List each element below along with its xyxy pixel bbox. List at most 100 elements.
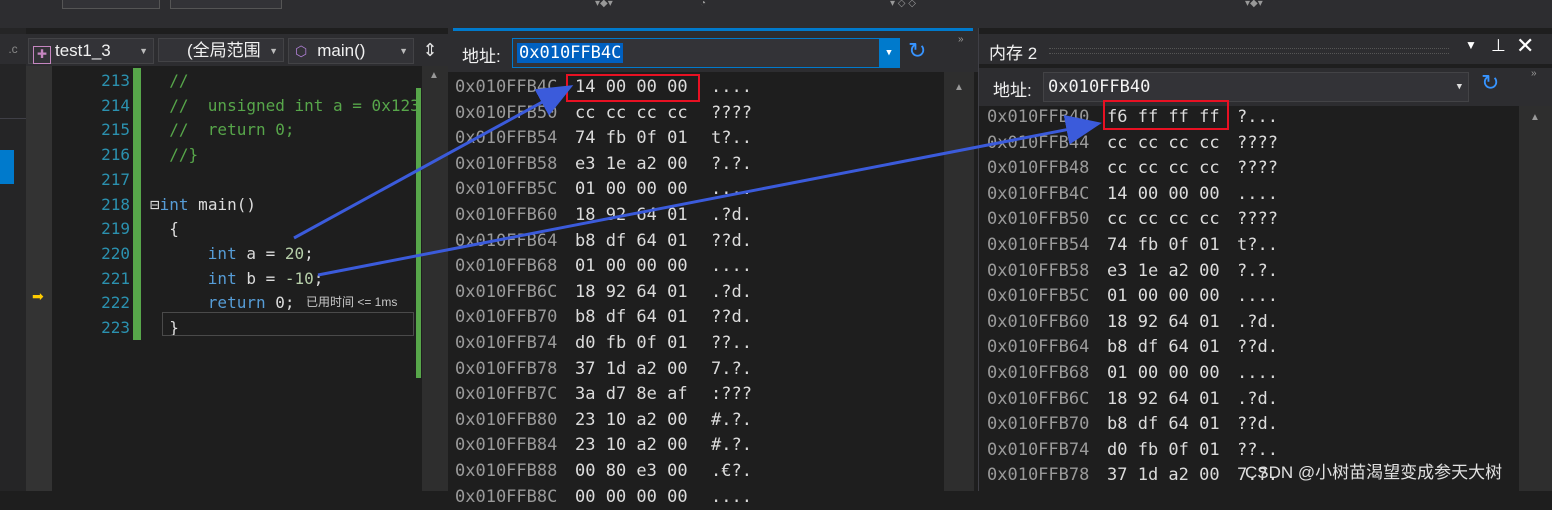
top-toolbar: ▾◆▾ ◔ ⌒ ⌒ ⌒ ▾ ◇ ◇ ▾◆▾ xyxy=(0,0,1552,29)
code-token: { xyxy=(150,219,179,239)
scroll-up-icon[interactable]: ▲ xyxy=(429,70,439,81)
chevron-down-icon[interactable]: ▼ xyxy=(879,39,899,67)
code-line[interactable]: 218 ⊟int main() xyxy=(26,191,396,217)
code-line[interactable]: 217 xyxy=(26,166,396,192)
memory-bytes: 01 00 00 00 xyxy=(1107,286,1220,307)
editor-vertical-scrollbar[interactable]: ▲ xyxy=(416,66,448,491)
memory-chars: .... xyxy=(711,256,752,277)
memory-address: 0x010FFB74 xyxy=(455,333,558,353)
line-number: 222 xyxy=(101,293,130,313)
code-line[interactable]: 216 //} xyxy=(26,142,396,168)
code-line[interactable]: 220 int a = 20; xyxy=(26,240,396,266)
code-line[interactable]: 214 // unsigned int a = 0x123 xyxy=(26,92,420,118)
memory-bytes: 23 10 a2 00 xyxy=(575,435,688,456)
memory-address: 0x010FFB84 xyxy=(455,435,558,456)
toolbar-dropdown-platform[interactable] xyxy=(170,0,282,9)
code-line[interactable]: 215 // return 0; xyxy=(26,117,396,143)
memory1-vertical-scrollbar[interactable]: ▲ xyxy=(944,72,974,491)
toolbar-step-icon[interactable]: ▾◆▾ xyxy=(595,0,613,9)
memory-address: 0x010FFB54 xyxy=(987,235,1090,255)
scroll-up-icon[interactable]: ▲ xyxy=(1530,112,1540,123)
project-icon: ✚ xyxy=(33,46,51,64)
toolbar-step-over-icon[interactable]: ⌒ ⌒ ⌒ xyxy=(780,0,816,9)
file-tab-fragment[interactable]: .c xyxy=(0,34,26,64)
function-dropdown[interactable]: ⬡ main() ▼ xyxy=(288,38,414,64)
memory-bytes: 18 92 64 01 xyxy=(1107,388,1220,409)
toolbar-dropdown-config[interactable] xyxy=(62,0,160,9)
toolbar-breakpoint-icon[interactable]: ▾ ◇ ◇ xyxy=(890,0,916,9)
change-bar xyxy=(133,240,141,266)
memory-address: 0x010FFB6C xyxy=(455,281,558,302)
chevron-down-icon[interactable]: ▼ xyxy=(1457,73,1462,101)
pin-icon[interactable]: ⊥ xyxy=(1491,36,1506,56)
memory2-vertical-scrollbar[interactable]: ▲ xyxy=(1519,106,1552,491)
line-number: 221 xyxy=(101,268,130,288)
scope-dropdown[interactable]: (全局范围 ▼ xyxy=(158,38,284,62)
code-token: 20 xyxy=(284,243,305,263)
memory-chars: ??d. xyxy=(711,230,752,251)
window-menu-icon[interactable]: ▼ xyxy=(1465,38,1477,52)
change-bar xyxy=(133,290,141,316)
memory2-address-bar: 地址: 0x010FFB40 ▼ ↻ » xyxy=(979,68,1552,106)
memory-address: 0x010FFB7C xyxy=(455,384,558,405)
memory-address: 0x010FFB78 xyxy=(455,358,558,379)
toolbar-restart-icon[interactable]: ◔ xyxy=(700,0,706,9)
memory-address: 0x010FFB70 xyxy=(455,307,558,328)
line-number: 218 xyxy=(101,194,130,214)
memory-window-2: 内存 2 ▼ ⊥ ✕ 地址: 0x010FFB40 ▼ ↻ » 0x010FFB… xyxy=(978,28,1552,491)
code-token: ; xyxy=(313,268,324,288)
memory-address: 0x010FFB64 xyxy=(455,230,558,251)
memory-bytes: b8 df 64 01 xyxy=(575,230,688,251)
change-bar xyxy=(133,265,141,291)
change-bar xyxy=(133,92,141,118)
change-bar xyxy=(133,216,141,242)
chevron-down-icon: ▼ xyxy=(399,46,408,56)
memory-chars: t?.. xyxy=(711,128,752,149)
memory-bytes: cc cc cc cc xyxy=(1107,209,1220,230)
refresh-icon[interactable]: ↻ xyxy=(1481,70,1499,96)
address-input-value: 0x010FFB4C xyxy=(517,43,624,63)
line-number: 214 xyxy=(101,95,130,115)
split-editor-icon[interactable]: ⇕ xyxy=(418,38,442,62)
code-token: a = xyxy=(236,243,285,263)
code-line[interactable]: 213 // xyxy=(26,68,396,93)
memory-bytes: d0 fb 0f 01 xyxy=(575,333,688,353)
memory-bytes: 18 92 64 01 xyxy=(575,281,688,302)
code-token: int xyxy=(159,194,189,214)
memory-chars: ???? xyxy=(1237,132,1278,153)
code-line[interactable]: 221 int b = -10; xyxy=(26,265,396,291)
memory-address: 0x010FFB80 xyxy=(455,409,558,430)
scroll-up-icon[interactable]: ▲ xyxy=(954,82,964,93)
memory-chars: .?d. xyxy=(711,205,752,225)
memory-bytes: 74 fb 0f 01 xyxy=(1107,235,1220,255)
address-input[interactable]: 0x010FFB40 ▼ xyxy=(1043,72,1469,102)
code-token: // xyxy=(150,71,189,90)
code-token: b = xyxy=(236,268,285,288)
code-text: //} xyxy=(150,142,198,167)
code-token: -10 xyxy=(284,268,314,288)
overflow-icon[interactable]: » xyxy=(1531,68,1537,79)
code-token: // return 0; xyxy=(150,120,295,140)
line-number: 220 xyxy=(101,243,130,263)
change-bar xyxy=(133,315,141,340)
close-icon[interactable]: ✕ xyxy=(1516,33,1534,59)
memory-address: 0x010FFB50 xyxy=(455,102,558,123)
code-line[interactable]: 219 { xyxy=(26,216,396,242)
project-dropdown[interactable]: ✚ test1_3 ▼ xyxy=(28,38,154,64)
memory-bytes: 01 00 00 00 xyxy=(575,256,688,277)
line-number: 215 xyxy=(101,120,130,140)
memory-bytes: b8 df 64 01 xyxy=(1107,414,1220,435)
memory-bytes: 3a d7 8e af xyxy=(575,384,688,405)
refresh-icon[interactable]: ↻ xyxy=(908,38,926,64)
overflow-icon[interactable]: » xyxy=(958,34,964,45)
chevron-down-icon: ▼ xyxy=(139,46,148,56)
code-token: main() xyxy=(188,194,256,214)
code-text: ⊟int main() xyxy=(150,192,256,217)
address-input[interactable]: 0x010FFB4C ▼ xyxy=(512,38,900,68)
change-indicator xyxy=(416,88,421,378)
code-token: ⊟ xyxy=(150,194,160,214)
memory-address: 0x010FFB6C xyxy=(987,388,1090,409)
toolbar-more-icon[interactable]: ▾◆▾ xyxy=(1245,0,1263,9)
